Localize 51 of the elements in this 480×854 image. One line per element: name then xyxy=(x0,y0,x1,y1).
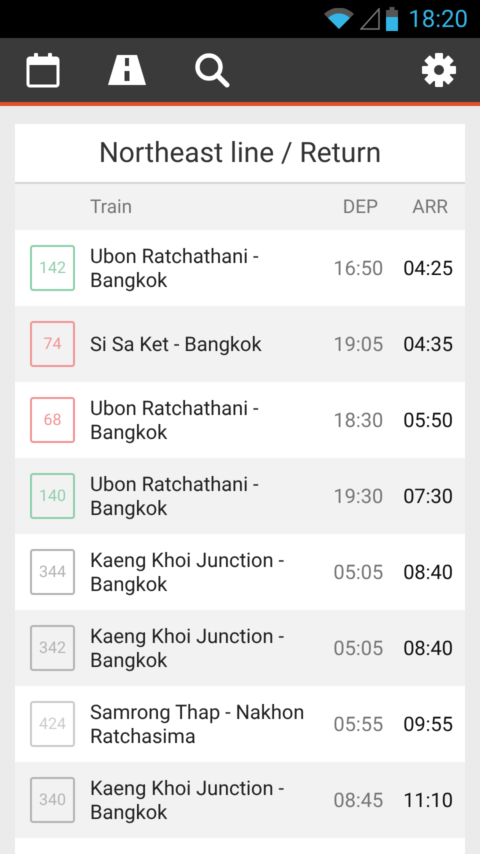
settings-button[interactable] xyxy=(422,53,456,87)
train-row[interactable]: 342 Kaeng Khoi Junction - Bangkok 05:05 08:40 xyxy=(15,610,465,686)
train-number: 74 xyxy=(30,321,75,367)
train-route: Ubon Ratchathani - Bangkok xyxy=(90,472,260,520)
train-route: Samrong Thap - Nakhon Ratchasima xyxy=(90,700,305,748)
settings-icon xyxy=(422,53,456,87)
train-number: 340 xyxy=(30,777,75,823)
arrival-time: 08:40 xyxy=(403,559,453,586)
departure-time: 18:30 xyxy=(333,407,384,434)
departure-time: 19:30 xyxy=(333,483,384,510)
search-button[interactable] xyxy=(194,52,230,88)
clock: 18:20 xyxy=(408,7,468,31)
departure-time: 05:05 xyxy=(333,559,384,586)
train-number: 344 xyxy=(30,549,75,595)
train-row[interactable]: 340 Kaeng Khoi Junction - Bangkok 08:45 11:10 xyxy=(15,762,465,838)
train-route: Kaeng Khoi Junction - Bangkok xyxy=(90,548,285,596)
departure-time: 16:50 xyxy=(333,255,384,282)
column-header: Train xyxy=(90,194,132,220)
train-route: Ubon Ratchathani - Bangkok xyxy=(90,396,260,444)
arrival-time: 04:35 xyxy=(403,331,453,358)
train-route: Si Sa Ket - Bangkok xyxy=(90,332,263,356)
arrival-time: 04:25 xyxy=(403,255,453,282)
road-icon xyxy=(108,55,146,85)
train-row[interactable]: 140 Ubon Ratchathani - Bangkok 19:30 07:30 xyxy=(15,458,465,534)
arrival-time: 11:10 xyxy=(403,787,453,814)
departure-time: 08:45 xyxy=(333,787,384,814)
departure-time: 05:05 xyxy=(333,635,384,662)
train-number: 140 xyxy=(30,473,75,519)
wifi-icon xyxy=(324,8,354,30)
departure-time: 19:05 xyxy=(333,331,384,358)
train-route: Ubon Ratchathani - Bangkok xyxy=(90,244,260,292)
arrival-time: 08:40 xyxy=(403,635,453,662)
train-number: 68 xyxy=(30,397,75,443)
train-row[interactable]: 74 Si Sa Ket - Bangkok 19:05 04:35 xyxy=(15,306,465,382)
calendar-button[interactable] xyxy=(26,52,60,88)
arrival-time: 09:55 xyxy=(403,711,453,738)
departure-time: 05:55 xyxy=(333,711,384,738)
signal-icon xyxy=(360,8,380,30)
route-button[interactable] xyxy=(108,54,146,86)
arrival-time: 07:30 xyxy=(403,483,453,510)
train-route: Kaeng Khoi Junction - Bangkok xyxy=(90,624,285,672)
train-route: Kaeng Khoi Junction - Bangkok xyxy=(90,776,285,824)
train-number: 142 xyxy=(30,245,75,291)
page-title: Northeast line / Return xyxy=(98,135,382,171)
column-header: ARR xyxy=(411,194,448,220)
arrival-time: 05:50 xyxy=(403,407,453,434)
calendar-icon xyxy=(26,52,60,88)
search-icon xyxy=(194,52,230,88)
column-header: DEP xyxy=(342,194,378,220)
train-number: 342 xyxy=(30,625,75,671)
battery-icon xyxy=(386,7,398,31)
